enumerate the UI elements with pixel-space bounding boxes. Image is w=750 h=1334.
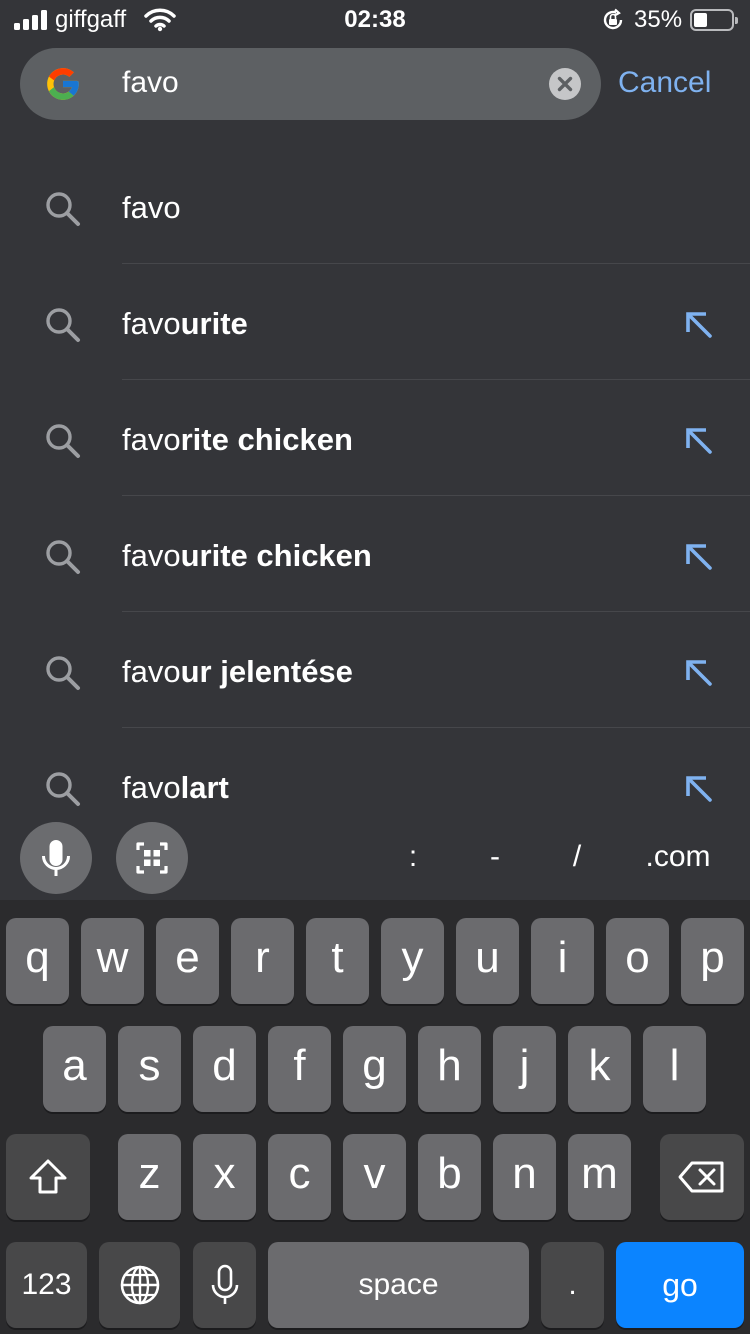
status-bar: giffgaff 02:38 35% xyxy=(0,0,750,40)
suggestion-label: favourite xyxy=(122,306,248,342)
suggestion-row[interactable]: favorite chicken xyxy=(0,380,750,496)
suggestion-prefix: favo xyxy=(122,422,181,457)
suggestion-row[interactable]: favo xyxy=(0,148,750,264)
suggestion-prefix: favo xyxy=(122,190,181,225)
space-key[interactable]: space xyxy=(268,1242,529,1328)
slash-key[interactable]: / xyxy=(562,840,592,874)
close-icon xyxy=(557,76,573,92)
key-b[interactable]: b xyxy=(418,1134,481,1220)
suggestion-completion: rite chicken xyxy=(180,422,353,457)
cancel-button[interactable]: Cancel xyxy=(618,66,711,100)
suggestion-prefix: favo xyxy=(122,770,181,805)
key-g[interactable]: g xyxy=(343,1026,406,1112)
qr-scan-button[interactable] xyxy=(116,822,188,894)
key-h[interactable]: h xyxy=(418,1026,481,1112)
key-s[interactable]: s xyxy=(118,1026,181,1112)
keyboard: q w e r t y u i o p a s d f g h j k l z … xyxy=(0,900,750,1334)
globe-key[interactable] xyxy=(99,1242,180,1328)
suggestion-label: favo xyxy=(122,190,181,226)
key-q[interactable]: q xyxy=(6,918,69,1004)
key-o[interactable]: o xyxy=(606,918,669,1004)
orientation-lock-icon xyxy=(603,8,623,30)
suggestion-prefix: favo xyxy=(122,538,181,573)
key-k[interactable]: k xyxy=(568,1026,631,1112)
battery-icon xyxy=(690,9,738,31)
key-e[interactable]: e xyxy=(156,918,219,1004)
key-a[interactable]: a xyxy=(43,1026,106,1112)
search-icon xyxy=(46,772,80,806)
shift-icon xyxy=(29,1159,67,1194)
key-l[interactable]: l xyxy=(643,1026,706,1112)
fill-query-arrow-icon[interactable] xyxy=(682,772,714,804)
battery-percentage: 35% xyxy=(634,6,683,33)
search-icon xyxy=(46,656,80,690)
fill-query-arrow-icon[interactable] xyxy=(682,424,714,456)
key-i[interactable]: i xyxy=(531,918,594,1004)
hyphen-key[interactable]: - xyxy=(480,840,510,874)
key-y[interactable]: y xyxy=(381,918,444,1004)
google-g-logo xyxy=(47,68,79,100)
search-input[interactable]: favo xyxy=(122,66,179,100)
suggestion-completion: urite xyxy=(180,306,248,341)
microphone-icon xyxy=(42,840,70,876)
search-icon xyxy=(46,192,80,226)
microphone-icon xyxy=(211,1264,238,1304)
shift-key[interactable] xyxy=(6,1134,90,1220)
backspace-key[interactable] xyxy=(660,1134,744,1220)
suggestion-completion: urite chicken xyxy=(180,538,372,573)
suggestion-row[interactable]: favour jelentése xyxy=(0,612,750,728)
key-z[interactable]: z xyxy=(118,1134,181,1220)
key-d[interactable]: d xyxy=(193,1026,256,1112)
key-v[interactable]: v xyxy=(343,1134,406,1220)
go-key[interactable]: go xyxy=(616,1242,744,1328)
suggestion-row[interactable]: favourite xyxy=(0,264,750,380)
clear-search-button[interactable] xyxy=(549,68,581,100)
fill-query-arrow-icon[interactable] xyxy=(682,540,714,572)
search-icon xyxy=(46,424,80,458)
globe-icon xyxy=(120,1265,159,1305)
key-m[interactable]: m xyxy=(568,1134,631,1220)
backspace-icon xyxy=(678,1161,724,1193)
suggestion-label: favourite chicken xyxy=(122,538,372,574)
key-c[interactable]: c xyxy=(268,1134,331,1220)
suggestion-label: favolart xyxy=(122,770,229,806)
keyboard-toolbar: : - / .com xyxy=(0,814,750,900)
fill-query-arrow-icon[interactable] xyxy=(682,308,714,340)
suggestion-list: favo favourite favorite chicken favourite c… xyxy=(0,148,750,844)
suggestion-prefix: favo xyxy=(122,306,181,341)
key-n[interactable]: n xyxy=(493,1134,556,1220)
dot-com-key[interactable]: .com xyxy=(630,840,726,874)
qr-code-icon xyxy=(136,842,168,874)
key-r[interactable]: r xyxy=(231,918,294,1004)
key-u[interactable]: u xyxy=(456,918,519,1004)
key-p[interactable]: p xyxy=(681,918,744,1004)
search-icon xyxy=(46,540,80,574)
suggestion-prefix: favo xyxy=(122,654,181,689)
period-key[interactable]: . xyxy=(541,1242,604,1328)
key-x[interactable]: x xyxy=(193,1134,256,1220)
key-t[interactable]: t xyxy=(306,918,369,1004)
search-field[interactable]: favo xyxy=(20,48,601,120)
suggestion-row[interactable]: favourite chicken xyxy=(0,496,750,612)
key-f[interactable]: f xyxy=(268,1026,331,1112)
fill-query-arrow-icon[interactable] xyxy=(682,656,714,688)
search-icon xyxy=(46,308,80,342)
suggestion-completion: lart xyxy=(180,770,229,805)
voice-search-button[interactable] xyxy=(20,822,92,894)
suggestion-label: favour jelentése xyxy=(122,654,353,690)
suggestion-completion: ur jelentése xyxy=(180,654,353,689)
dictation-key[interactable] xyxy=(193,1242,256,1328)
key-j[interactable]: j xyxy=(493,1026,556,1112)
suggestion-label: favorite chicken xyxy=(122,422,353,458)
colon-key[interactable]: : xyxy=(398,840,428,874)
key-w[interactable]: w xyxy=(81,918,144,1004)
numbers-key[interactable]: 123 xyxy=(6,1242,87,1328)
